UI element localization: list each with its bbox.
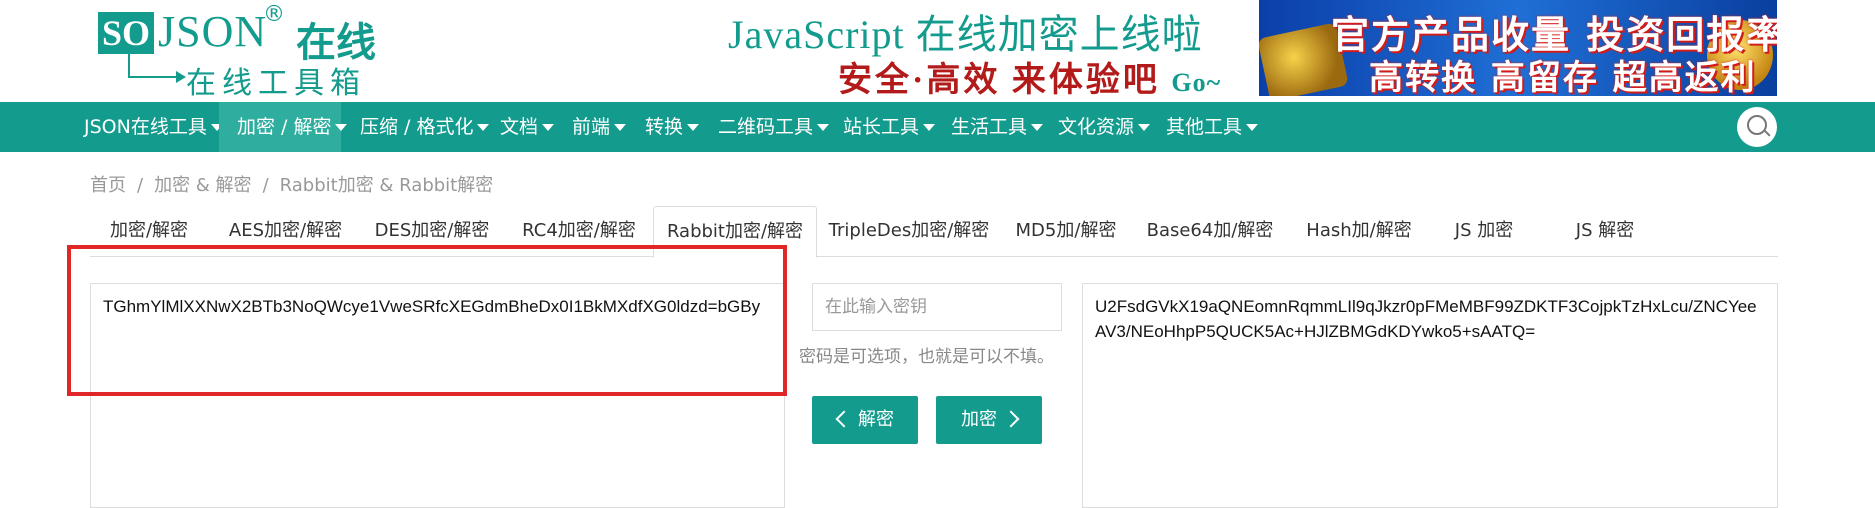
- key-hint-text: 密码是可选项，也就是可以不填。: [799, 347, 1054, 367]
- encrypt-button[interactable]: 加密: [936, 396, 1042, 444]
- breadcrumb: 首页 / 加密 & 解密 / Rabbit加密 & Rabbit解密: [90, 171, 493, 197]
- nav-item-qrcode-tools[interactable]: 二维码工具: [718, 102, 830, 152]
- caret-down-icon: [1138, 124, 1151, 131]
- chevron-left-icon: [835, 410, 853, 428]
- nav-item-life-tools[interactable]: 生活工具: [951, 102, 1044, 152]
- ciphertext-output[interactable]: U2FsdGVkX19aQNEomnRqmmLIl9qJkzr0pFMeMBF9…: [1082, 283, 1778, 508]
- caret-down-icon: [335, 124, 348, 131]
- nav-item-label: 压缩 / 格式化: [360, 116, 474, 138]
- decrypt-button[interactable]: 解密: [812, 396, 918, 444]
- caret-down-icon: [614, 124, 627, 131]
- breadcrumb-separator: /: [137, 175, 144, 196]
- plaintext-input[interactable]: TGhmYlMlXXNwX2BTb3NoQWcye1VweSRfcXEGdmBh…: [90, 283, 785, 508]
- nav-item-label: 加密 / 解密: [237, 116, 332, 138]
- caret-down-icon: [477, 124, 490, 131]
- tab-rc4[interactable]: RC4加密/解密: [510, 206, 648, 256]
- ad-line-2: 高转换 高留存 超高返利: [1369, 58, 1757, 96]
- nav-item-other-tools[interactable]: 其他工具: [1166, 102, 1259, 152]
- breadcrumb-encrypt-decrypt[interactable]: 加密 & 解密: [154, 175, 251, 196]
- nav-item-label: 二维码工具: [718, 116, 814, 138]
- promo-go-text: Go~: [1171, 68, 1222, 97]
- nav-item-label: 其他工具: [1166, 116, 1243, 138]
- tab-md5[interactable]: MD5加/解密: [1002, 206, 1130, 256]
- caret-down-icon: [923, 124, 936, 131]
- nav-item-json-tools[interactable]: JSON在线工具: [84, 102, 223, 152]
- tab-tripledes[interactable]: TripleDes加密/解密: [823, 206, 995, 256]
- logo-subtitle: 在线工具箱: [186, 67, 366, 100]
- nav-item-culture-resources[interactable]: 文化资源: [1058, 102, 1151, 152]
- tab-aes[interactable]: AES加密/解密: [218, 206, 353, 256]
- tab-js-decrypt[interactable]: JS 解密: [1550, 206, 1660, 256]
- caret-down-icon: [687, 124, 700, 131]
- nav-item-label: 前端: [572, 116, 611, 138]
- nav-item-encrypt-decrypt[interactable]: 加密 / 解密: [219, 102, 348, 152]
- nav-item-docs[interactable]: 文档: [500, 102, 560, 152]
- breadcrumb-separator: /: [262, 175, 269, 196]
- tab-rabbit[interactable]: Rabbit加密/解密: [653, 206, 817, 258]
- tab-base64[interactable]: Base64加/解密: [1136, 206, 1284, 256]
- breadcrumb-home[interactable]: 首页: [90, 175, 126, 196]
- search-button[interactable]: [1737, 107, 1777, 147]
- caret-down-icon: [1031, 124, 1044, 131]
- promo-banner[interactable]: JavaScript 在线加密上线啦 安全·高效 来体验吧 Go~: [728, 2, 1248, 101]
- tab-js-encrypt[interactable]: JS 加密: [1434, 206, 1534, 256]
- promo-line-2: 安全·高效 来体验吧 Go~: [838, 52, 1221, 101]
- encrypt-button-label: 加密: [961, 409, 997, 430]
- tab-encrypt-decrypt[interactable]: 加密/解密: [90, 206, 208, 256]
- advertisement-banner[interactable]: 官方产品收量 投资回报率首选 高转换 高留存 超高返利: [1259, 0, 1777, 96]
- promo-line-2-text: 安全·高效 来体验吧: [838, 62, 1160, 99]
- nav-item-label: 生活工具: [951, 116, 1028, 138]
- caret-down-icon: [1246, 124, 1259, 131]
- chevron-right-icon: [1002, 410, 1020, 428]
- tab-des[interactable]: DES加密/解密: [363, 206, 501, 256]
- decrypt-button-label: 解密: [858, 409, 894, 430]
- breadcrumb-current: Rabbit加密 & Rabbit解密: [279, 175, 494, 196]
- nav-item-label: 站长工具: [843, 116, 920, 138]
- logo-registered-mark: ®: [263, 2, 285, 27]
- nav-item-convert[interactable]: 转换: [645, 102, 705, 152]
- site-header: SO JSON ® 在线 在线工具箱 JavaScript 在线加密上线啦 安全…: [0, 0, 1875, 102]
- site-logo[interactable]: SO JSON ® 在线 在线工具箱: [98, 2, 376, 100]
- nav-item-webmaster-tools[interactable]: 站长工具: [843, 102, 936, 152]
- nav-item-label: 转换: [645, 116, 684, 138]
- nav-item-frontend[interactable]: 前端: [572, 102, 632, 152]
- caret-down-icon: [542, 124, 555, 131]
- logo-title: JSON: [158, 7, 268, 56]
- caret-down-icon: [817, 124, 830, 131]
- nav-item-compress-format[interactable]: 压缩 / 格式化: [360, 102, 490, 152]
- main-nav: JSON在线工具 加密 / 解密 压缩 / 格式化 文档 前端 转换 二维码工具…: [0, 102, 1875, 152]
- logo-arrow-icon: [128, 54, 186, 83]
- logo-badge: SO: [98, 12, 154, 54]
- nav-item-label: JSON在线工具: [84, 116, 207, 138]
- tool-tabs: 加密/解密 AES加密/解密 DES加密/解密 RC4加密/解密 Rabbit加…: [90, 206, 1778, 258]
- nav-item-label: 文档: [500, 116, 539, 138]
- tab-hash[interactable]: Hash加/解密: [1290, 206, 1428, 256]
- nav-item-label: 文化资源: [1058, 116, 1135, 138]
- search-icon-handle: [1763, 129, 1771, 137]
- key-input[interactable]: 在此输入密钥: [812, 283, 1062, 331]
